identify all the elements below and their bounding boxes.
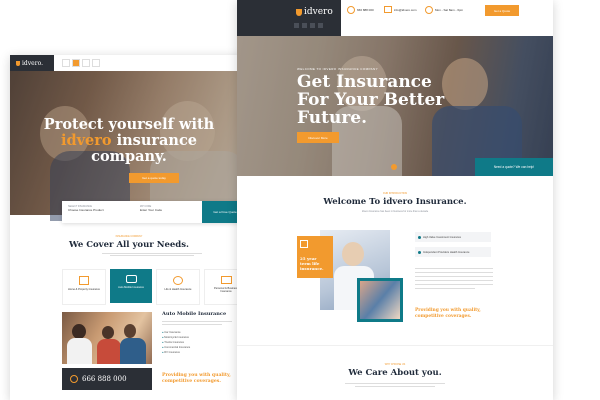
- phone-icon: [347, 6, 355, 14]
- left-logo[interactable]: idvero.: [10, 55, 54, 71]
- meeting-photo: [357, 278, 403, 322]
- auto-title: Auto Mobile Insurance: [162, 311, 227, 317]
- left-hero-title: Protect yourself with idvero insurance c…: [10, 117, 248, 165]
- slider-dot[interactable]: [391, 164, 397, 170]
- phone-icon: [70, 375, 78, 383]
- discover-more-button[interactable]: Discover More: [297, 132, 339, 143]
- care-section: WHY CHOOSE US We Care About you.: [237, 345, 553, 400]
- contact-email[interactable]: info@idvero.com: [384, 6, 417, 13]
- auto-section-photo: [62, 312, 152, 364]
- check-icon: [418, 235, 421, 239]
- auto-desc: [162, 321, 232, 327]
- term-life-badge: 25 year term life insurance.: [297, 236, 333, 278]
- left-logo-text: idvero.: [22, 59, 43, 67]
- twitter-icon[interactable]: [72, 59, 80, 67]
- facebook-icon[interactable]: [62, 59, 70, 67]
- right-body-text: [415, 268, 493, 292]
- quote-help-text: Need a quote? We can help!: [493, 165, 535, 169]
- right-hero-line2: For Your Better: [297, 90, 445, 110]
- bullet-item: ● RV Insurance: [162, 351, 180, 354]
- care-kicker: WHY CHOOSE US: [384, 363, 406, 366]
- heart-icon: [173, 276, 183, 285]
- auto-bullets: ● Car Insurance ● Motorcycle Insurance ●…: [162, 330, 190, 355]
- left-promo-line2: competitive coverages.: [162, 379, 221, 384]
- right-promo-text: Providing you with quality, competitive …: [415, 308, 481, 320]
- left-hero-line3: company.: [91, 148, 167, 165]
- contact-phone-text: 666 888 000: [357, 8, 374, 12]
- left-page-preview: idvero. HOME PAGES OUR PRODUCTS INSURANC…: [10, 55, 248, 400]
- zip-input[interactable]: ZIP CODE Enter Your Code: [140, 205, 190, 212]
- car-icon: [125, 275, 137, 283]
- right-hero: WELCOME TO IDVERO INSURANCE COMPANY Get …: [237, 36, 553, 176]
- left-hero-line2-text: insurance: [111, 132, 198, 149]
- service-card-home[interactable]: Home & Property Insurance: [62, 269, 106, 305]
- instagram-icon[interactable]: [310, 23, 315, 28]
- left-promo-text: Providing you with quality, competitive …: [162, 373, 231, 385]
- quote-help-bar[interactable]: Need a quote? We can help!: [475, 158, 553, 176]
- option-health[interactable]: Independent Providers Health Insurance: [415, 247, 491, 257]
- right-promo-line2: competitive coverages.: [415, 314, 472, 319]
- contact-email-text: info@idvero.com: [394, 7, 417, 12]
- option-investment-label: High Value Investment Insurance: [423, 235, 462, 239]
- twitter-icon[interactable]: [302, 23, 307, 28]
- left-header: idvero. HOME PAGES OUR PRODUCTS INSURANC…: [10, 55, 248, 75]
- briefcase-icon: [220, 276, 232, 284]
- house-icon: [79, 276, 89, 285]
- intro-title: Welcome To idvero Insurance.: [323, 197, 467, 207]
- right-hero-title: Get Insurance For Your Better Future.: [297, 73, 444, 127]
- left-social: [62, 59, 100, 67]
- left-hero-brand: idvero: [60, 132, 112, 149]
- service-cards: Home & Property Insurance Auto Mobile In…: [62, 269, 248, 305]
- left-hero: Protect yourself with idvero insurance c…: [10, 71, 248, 221]
- hero-kicker: WELCOME TO IDVERO INSURANCE COMPANY: [297, 67, 379, 71]
- service-card-auto[interactable]: Auto Mobile Insurance: [110, 269, 152, 303]
- left-phone-bar[interactable]: 666 888 000: [62, 368, 152, 390]
- left-hero-quote-button[interactable]: Get a quote today: [129, 173, 179, 183]
- right-hero-line1: Get Insurance: [297, 72, 432, 92]
- select-value: Choose Insurance Product: [68, 208, 104, 213]
- insurance-select[interactable]: SELECT INSURANCE Choose Insurance Produc…: [68, 205, 128, 212]
- service-card-auto-label: Auto Mobile Insurance: [118, 286, 144, 289]
- zip-value: Enter Your Code: [140, 208, 163, 213]
- linkedin-icon[interactable]: [318, 23, 323, 28]
- instagram-icon[interactable]: [82, 59, 90, 67]
- left-section-title: We Cover All your Needs.: [69, 240, 189, 250]
- left-hero-line2: idvero insurance: [10, 133, 248, 149]
- care-title: We Care About you.: [348, 368, 442, 378]
- service-card-home-label: Home & Property Insurance: [67, 288, 100, 291]
- linkedin-icon[interactable]: [92, 59, 100, 67]
- left-quote-form: SELECT INSURANCE Choose Insurance Produc…: [62, 201, 248, 223]
- shield-logo-icon: [16, 60, 20, 66]
- service-card-life-label: Life & Health Insurance: [164, 288, 192, 291]
- service-card-life[interactable]: Life & Health Insurance: [156, 269, 200, 305]
- opening-hours-text: Mon - Sat 8am - 6pm: [435, 8, 464, 12]
- badge-line3: insurance.: [300, 266, 324, 271]
- option-health-label: Independent Providers Health Insurance: [423, 250, 470, 254]
- right-logo-block[interactable]: idvero: [237, 0, 341, 36]
- check-icon: [418, 250, 421, 254]
- left-hero-line1: Protect yourself with: [43, 116, 215, 133]
- left-phone-number: 666 888 000: [82, 375, 127, 383]
- right-social: [294, 23, 323, 28]
- intro-kicker: OUR INTRODUCTION: [382, 192, 408, 195]
- envelope-icon: [384, 6, 392, 13]
- shield-logo-icon: [296, 8, 302, 16]
- right-topbar: idvero 666 888 000 info@idvero.com Mon -…: [237, 0, 553, 39]
- care-text: [345, 383, 445, 387]
- badge-icon: [300, 240, 308, 248]
- left-section-text: [102, 252, 202, 257]
- intro-text: Idvero Insurance has been in business fo…: [361, 210, 429, 213]
- option-investment[interactable]: High Value Investment Insurance: [415, 232, 491, 242]
- contact-phone[interactable]: 666 888 000: [347, 6, 374, 14]
- opening-hours: Mon - Sat 8am - 6pm: [425, 6, 463, 14]
- facebook-icon[interactable]: [294, 23, 299, 28]
- right-page-preview: idvero 666 888 000 info@idvero.com Mon -…: [237, 0, 553, 400]
- right-logo-text: idvero: [304, 7, 333, 17]
- header-quote-button[interactable]: Get a Quote: [485, 5, 519, 16]
- left-section-kicker: INSURANCE COMPANY: [115, 235, 143, 238]
- right-hero-line3: Future.: [297, 108, 368, 128]
- clock-icon: [425, 6, 433, 14]
